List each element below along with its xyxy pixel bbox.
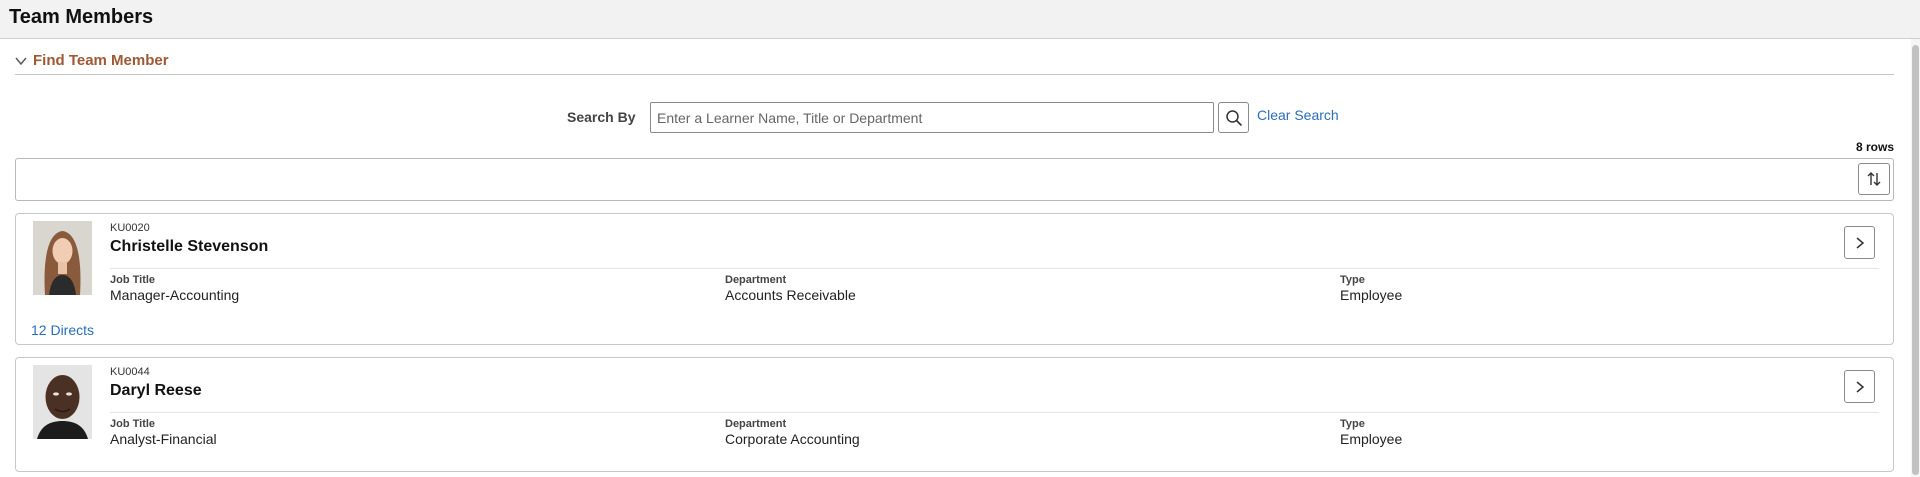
job-title-value: Manager-Accounting xyxy=(110,287,240,303)
find-team-member-header[interactable]: Find Team Member xyxy=(15,50,1894,75)
type-label: Type xyxy=(1340,418,1365,430)
page-title: Team Members xyxy=(9,6,154,28)
job-title-value: Analyst-Financial xyxy=(110,431,217,447)
job-title-label: Job Title xyxy=(110,418,156,430)
sort-button[interactable] xyxy=(1858,163,1890,195)
department-value: Accounts Receivable xyxy=(725,287,856,303)
team-member-card[interactable]: KU0044 Daryl Reese Job Title Analyst-Fin… xyxy=(15,357,1894,472)
rows-count: 8 rows xyxy=(1855,140,1894,154)
scrollbar-thumb[interactable] xyxy=(1912,45,1919,475)
employee-photo xyxy=(33,365,92,439)
department-label: Department xyxy=(725,418,787,430)
app: Team Members Find Team Member Search By … xyxy=(0,0,1920,477)
department-label: Department xyxy=(725,274,787,286)
search-button[interactable] xyxy=(1218,102,1249,133)
title-bar: Team Members xyxy=(0,0,1920,39)
type-label: Type xyxy=(1340,274,1365,286)
team-member-card[interactable]: KU0020 Christelle Stevenson Job Title Ma… xyxy=(15,213,1894,345)
vertical-scrollbar[interactable] xyxy=(1911,39,1920,477)
employee-id: KU0044 xyxy=(110,366,150,378)
section-title: Find Team Member xyxy=(33,52,169,69)
open-details-button[interactable] xyxy=(1844,226,1875,259)
clear-search-link[interactable]: Clear Search xyxy=(1257,107,1339,123)
search-icon xyxy=(1225,109,1242,126)
employee-name: Daryl Reese xyxy=(110,382,202,399)
department-value: Corporate Accounting xyxy=(725,431,860,447)
chevron-down-icon xyxy=(15,57,27,66)
results-toolbar xyxy=(15,158,1894,201)
employee-photo xyxy=(33,221,92,295)
employee-id: KU0020 xyxy=(110,222,150,234)
job-title-label: Job Title xyxy=(110,274,156,286)
employee-name: Christelle Stevenson xyxy=(110,238,269,255)
chevron-right-icon xyxy=(1856,380,1864,393)
search-by-label: Search By xyxy=(567,109,636,125)
type-value: Employee xyxy=(1340,431,1403,447)
sort-icon xyxy=(1867,172,1881,186)
card-divider xyxy=(110,412,1879,413)
open-details-button[interactable] xyxy=(1844,370,1875,403)
type-value: Employee xyxy=(1340,287,1403,303)
directs-link[interactable]: 12 Directs xyxy=(31,322,94,338)
chevron-right-icon xyxy=(1856,236,1864,249)
card-divider xyxy=(110,268,1879,269)
search-input[interactable] xyxy=(650,102,1214,133)
